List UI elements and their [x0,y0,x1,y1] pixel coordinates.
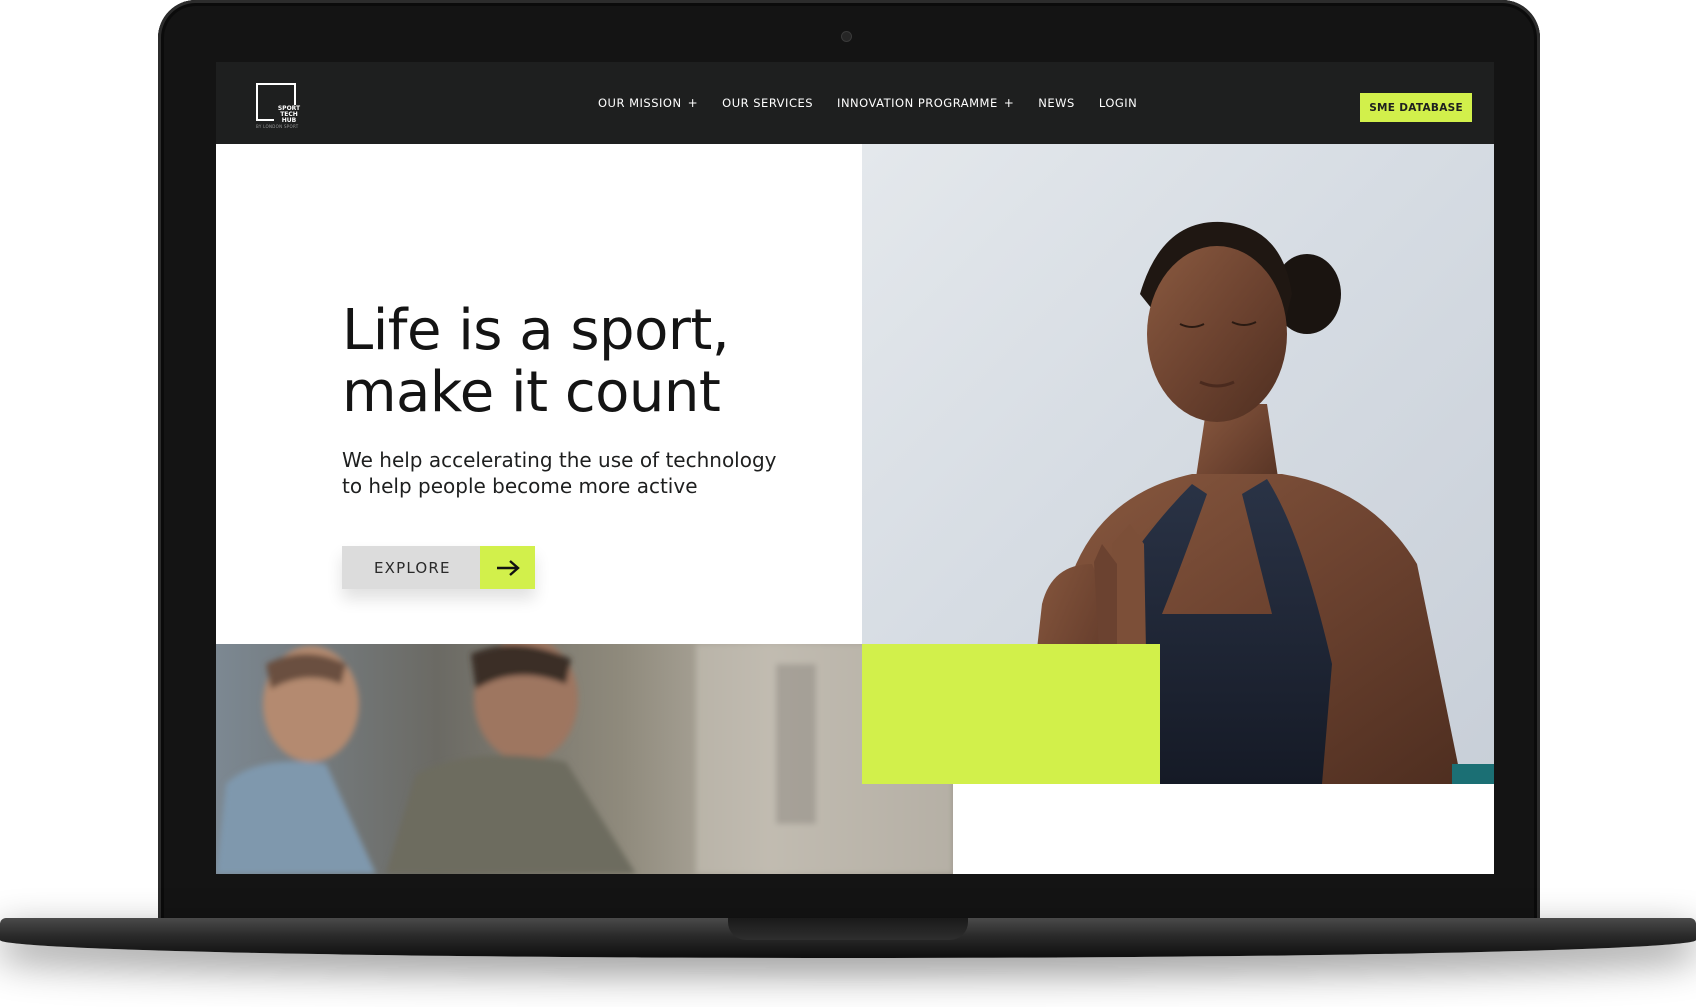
teal-corner-shape [1452,764,1494,784]
nav-label: INNOVATION PROGRAMME [837,96,998,110]
hero-title-line-2: make it count [342,360,721,425]
camera-icon [842,32,851,41]
arrow-right-icon [480,546,535,589]
sme-database-button[interactable]: SME DATABASE [1360,93,1472,122]
explore-button[interactable]: EXPLORE [342,546,535,589]
laptop-mockup: SPORT TECH HUB BY LONDON SPORT OUR MISSI… [0,0,1696,1007]
nav-item-our-mission[interactable]: OUR MISSION + [598,96,698,110]
logo-text: SPORT TECH HUB [274,105,304,125]
nav-item-login[interactable]: LOGIN [1099,96,1137,110]
nav-label: OUR SERVICES [722,96,814,110]
hero-subtitle-line-2: to help people become more active [342,474,698,498]
hero-title: Life is a sport, make it count [342,300,842,424]
accent-block-overlay [1010,644,1160,784]
nav-item-innovation-programme[interactable]: INNOVATION PROGRAMME + [837,96,1014,110]
site-header: SPORT TECH HUB BY LONDON SPORT OUR MISSI… [216,62,1494,144]
nav-label: LOGIN [1098,96,1138,110]
nav-label: NEWS [1038,96,1075,110]
hero-title-line-1: Life is a sport, [342,298,730,363]
nav-item-news[interactable]: NEWS [1038,96,1075,110]
hero-subtitle: We help accelerating the use of technolo… [342,447,792,499]
hero-subtitle-line-1: We help accelerating the use of technolo… [342,448,777,472]
hero-text-panel: Life is a sport, make it count We help a… [216,144,862,644]
logo[interactable]: SPORT TECH HUB [256,83,304,125]
nav-item-our-services[interactable]: OUR SERVICES [722,96,813,110]
content-panel-bottom [953,784,1494,874]
explore-button-label: EXPLORE [342,546,480,589]
team-photo [216,644,953,874]
nav-label: OUR MISSION [598,96,682,110]
plus-icon: + [687,96,699,110]
plus-icon: + [1003,96,1015,110]
laptop-notch [728,918,968,940]
logo-subtext: BY LONDON SPORT [256,124,299,129]
main-nav: OUR MISSION + OUR SERVICES INNOVATION PRO… [598,62,1137,144]
website-screen: SPORT TECH HUB BY LONDON SPORT OUR MISSI… [216,62,1494,874]
